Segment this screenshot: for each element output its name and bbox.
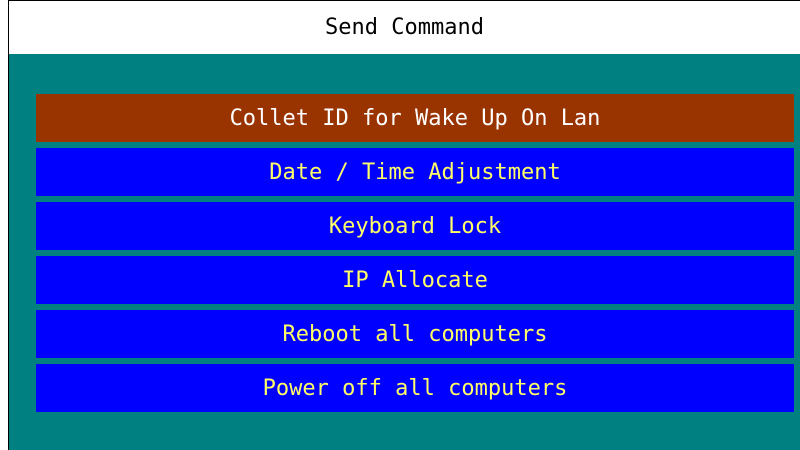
menu-item-ip-allocate[interactable]: IP Allocate	[36, 256, 794, 304]
menu-item-keyboard-lock[interactable]: Keyboard Lock	[36, 202, 794, 250]
menu-item-date-time-adjustment[interactable]: Date / Time Adjustment	[36, 148, 794, 196]
window-title: Send Command	[325, 15, 484, 40]
menu-item-power-off-all-computers[interactable]: Power off all computers	[36, 364, 794, 412]
menu-item-reboot-all-computers[interactable]: Reboot all computers	[36, 310, 794, 358]
menu-item-collect-id-wake-on-lan[interactable]: Collet ID for Wake Up On Lan	[36, 94, 794, 142]
command-menu-panel: Collet ID for Wake Up On Lan Date / Time…	[9, 54, 800, 450]
send-command-window: Send Command Collet ID for Wake Up On La…	[8, 0, 800, 450]
window-title-bar: Send Command	[9, 1, 800, 54]
